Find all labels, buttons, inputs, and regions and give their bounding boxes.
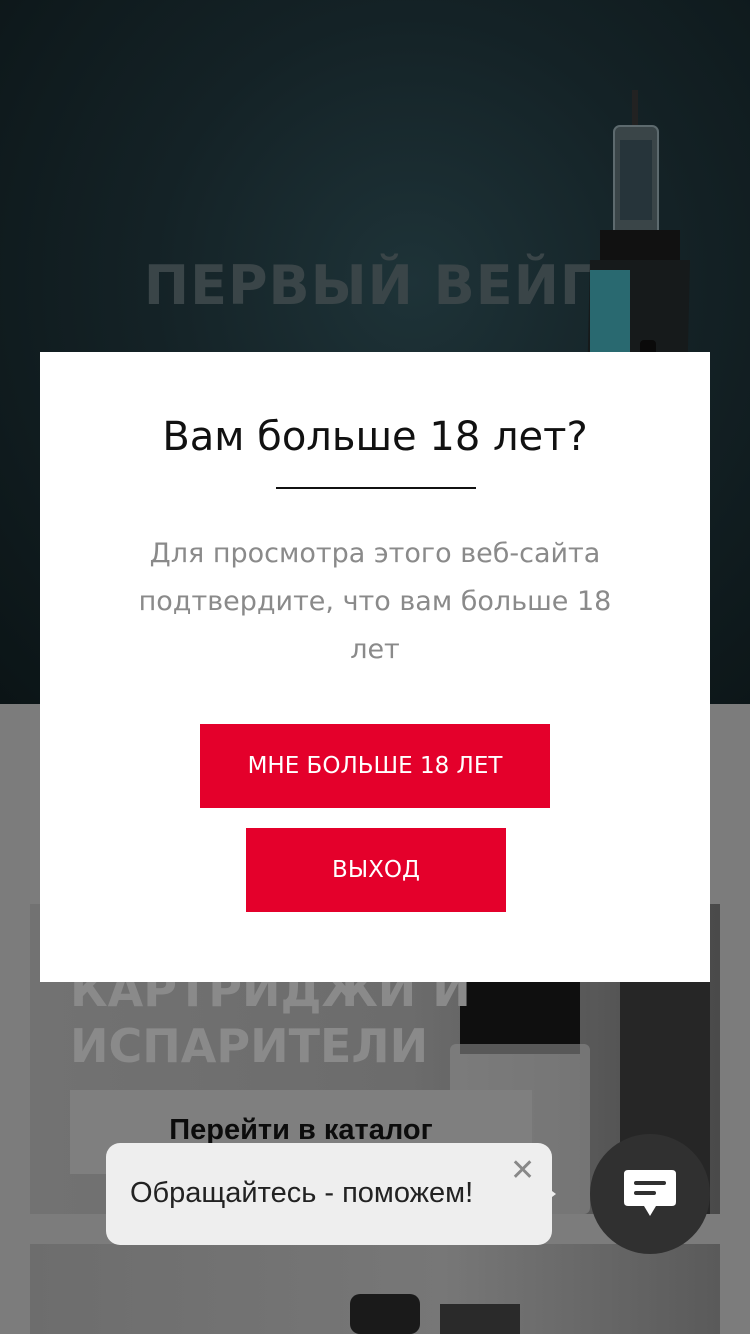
modal-text: Для просмотра этого веб-сайта подтвердит… <box>138 538 612 665</box>
chat-button[interactable] <box>590 1134 710 1254</box>
exit-button[interactable]: ВЫХОД <box>246 828 506 912</box>
category-card[interactable] <box>30 1244 720 1334</box>
product-image <box>350 1294 520 1334</box>
age-verification-modal: Вам больше 18 лет? Для просмотра этого в… <box>40 352 710 982</box>
chat-bubble[interactable]: Обращайтесь - поможем! ✕ <box>106 1143 552 1245</box>
confirm-age-button[interactable]: МНЕ БОЛЬШЕ 18 ЛЕТ <box>200 724 550 808</box>
title-divider <box>276 487 476 489</box>
chat-message: Обращайтесь - поможем! <box>130 1177 474 1209</box>
modal-title: Вам больше 18 лет? <box>162 414 588 460</box>
chat-bubble-tail <box>540 1182 556 1206</box>
chat-icon <box>624 1170 676 1216</box>
close-icon[interactable]: ✕ <box>510 1153 535 1188</box>
